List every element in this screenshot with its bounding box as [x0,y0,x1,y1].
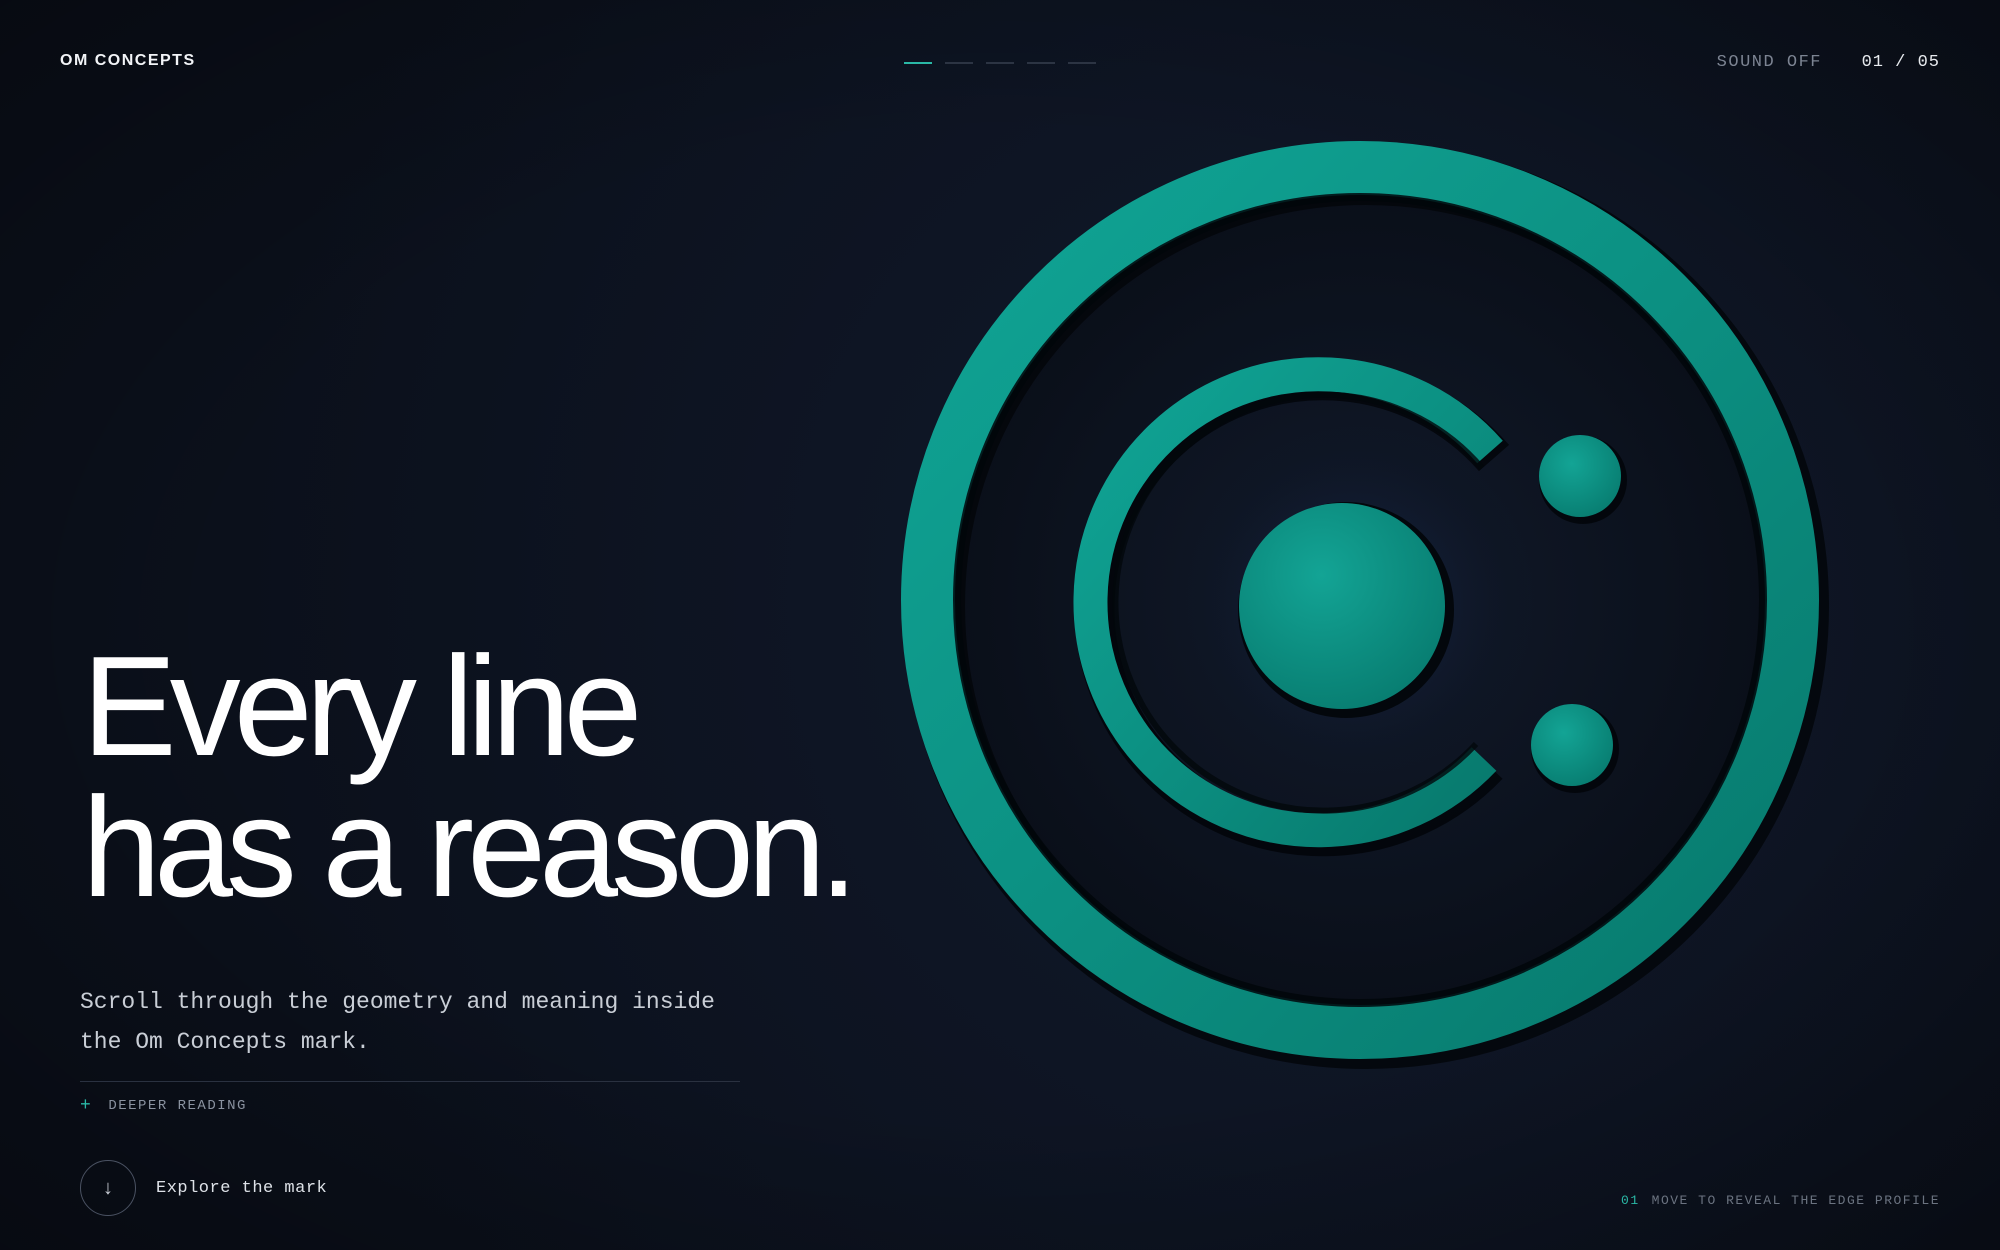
scroll-down-button[interactable]: ↓ [80,1160,136,1216]
hero-headline-line-2: has a reason. [82,768,858,927]
progress-segment-2[interactable] [945,62,973,64]
hero-headline-line-1: Every line [82,627,642,786]
brand-logo-text[interactable]: OM CONCEPTS [60,52,196,70]
progress-segment-1[interactable] [904,62,932,64]
hero-subtitle: Scroll through the geometry and meaning … [80,989,715,1055]
section-progress-indicator [904,62,1096,64]
progress-segment-4[interactable] [1027,62,1055,64]
progress-segment-3[interactable] [986,62,1014,64]
plus-icon: + [80,1096,93,1116]
progress-segment-5[interactable] [1068,62,1096,64]
hint-number: 01 [1621,1193,1640,1208]
sound-toggle-button[interactable]: SOUND OFF [1717,53,1822,72]
center-dot [1239,503,1445,709]
hero-headline: Every line has a reason. [82,627,882,927]
arc-dot-bottom [1531,704,1613,786]
arc-dot-top [1539,435,1621,517]
deeper-reading-toggle[interactable]: + DEEPER READING [80,1096,247,1116]
section-divider [80,1081,740,1082]
explore-mark-button[interactable]: ↓ Explore the mark [80,1160,327,1216]
explore-mark-label: Explore the mark [156,1178,328,1198]
section-counter: 01 / 05 [1861,53,1940,72]
om-concepts-mark [901,141,1829,1069]
hint-text: MOVE TO REVEAL THE EDGE PROFILE [1651,1193,1940,1208]
arrow-down-icon: ↓ [103,1176,113,1199]
deeper-reading-label: DEEPER READING [108,1098,247,1114]
interaction-hint: 01 MOVE TO REVEAL THE EDGE PROFILE [1621,1193,1940,1208]
